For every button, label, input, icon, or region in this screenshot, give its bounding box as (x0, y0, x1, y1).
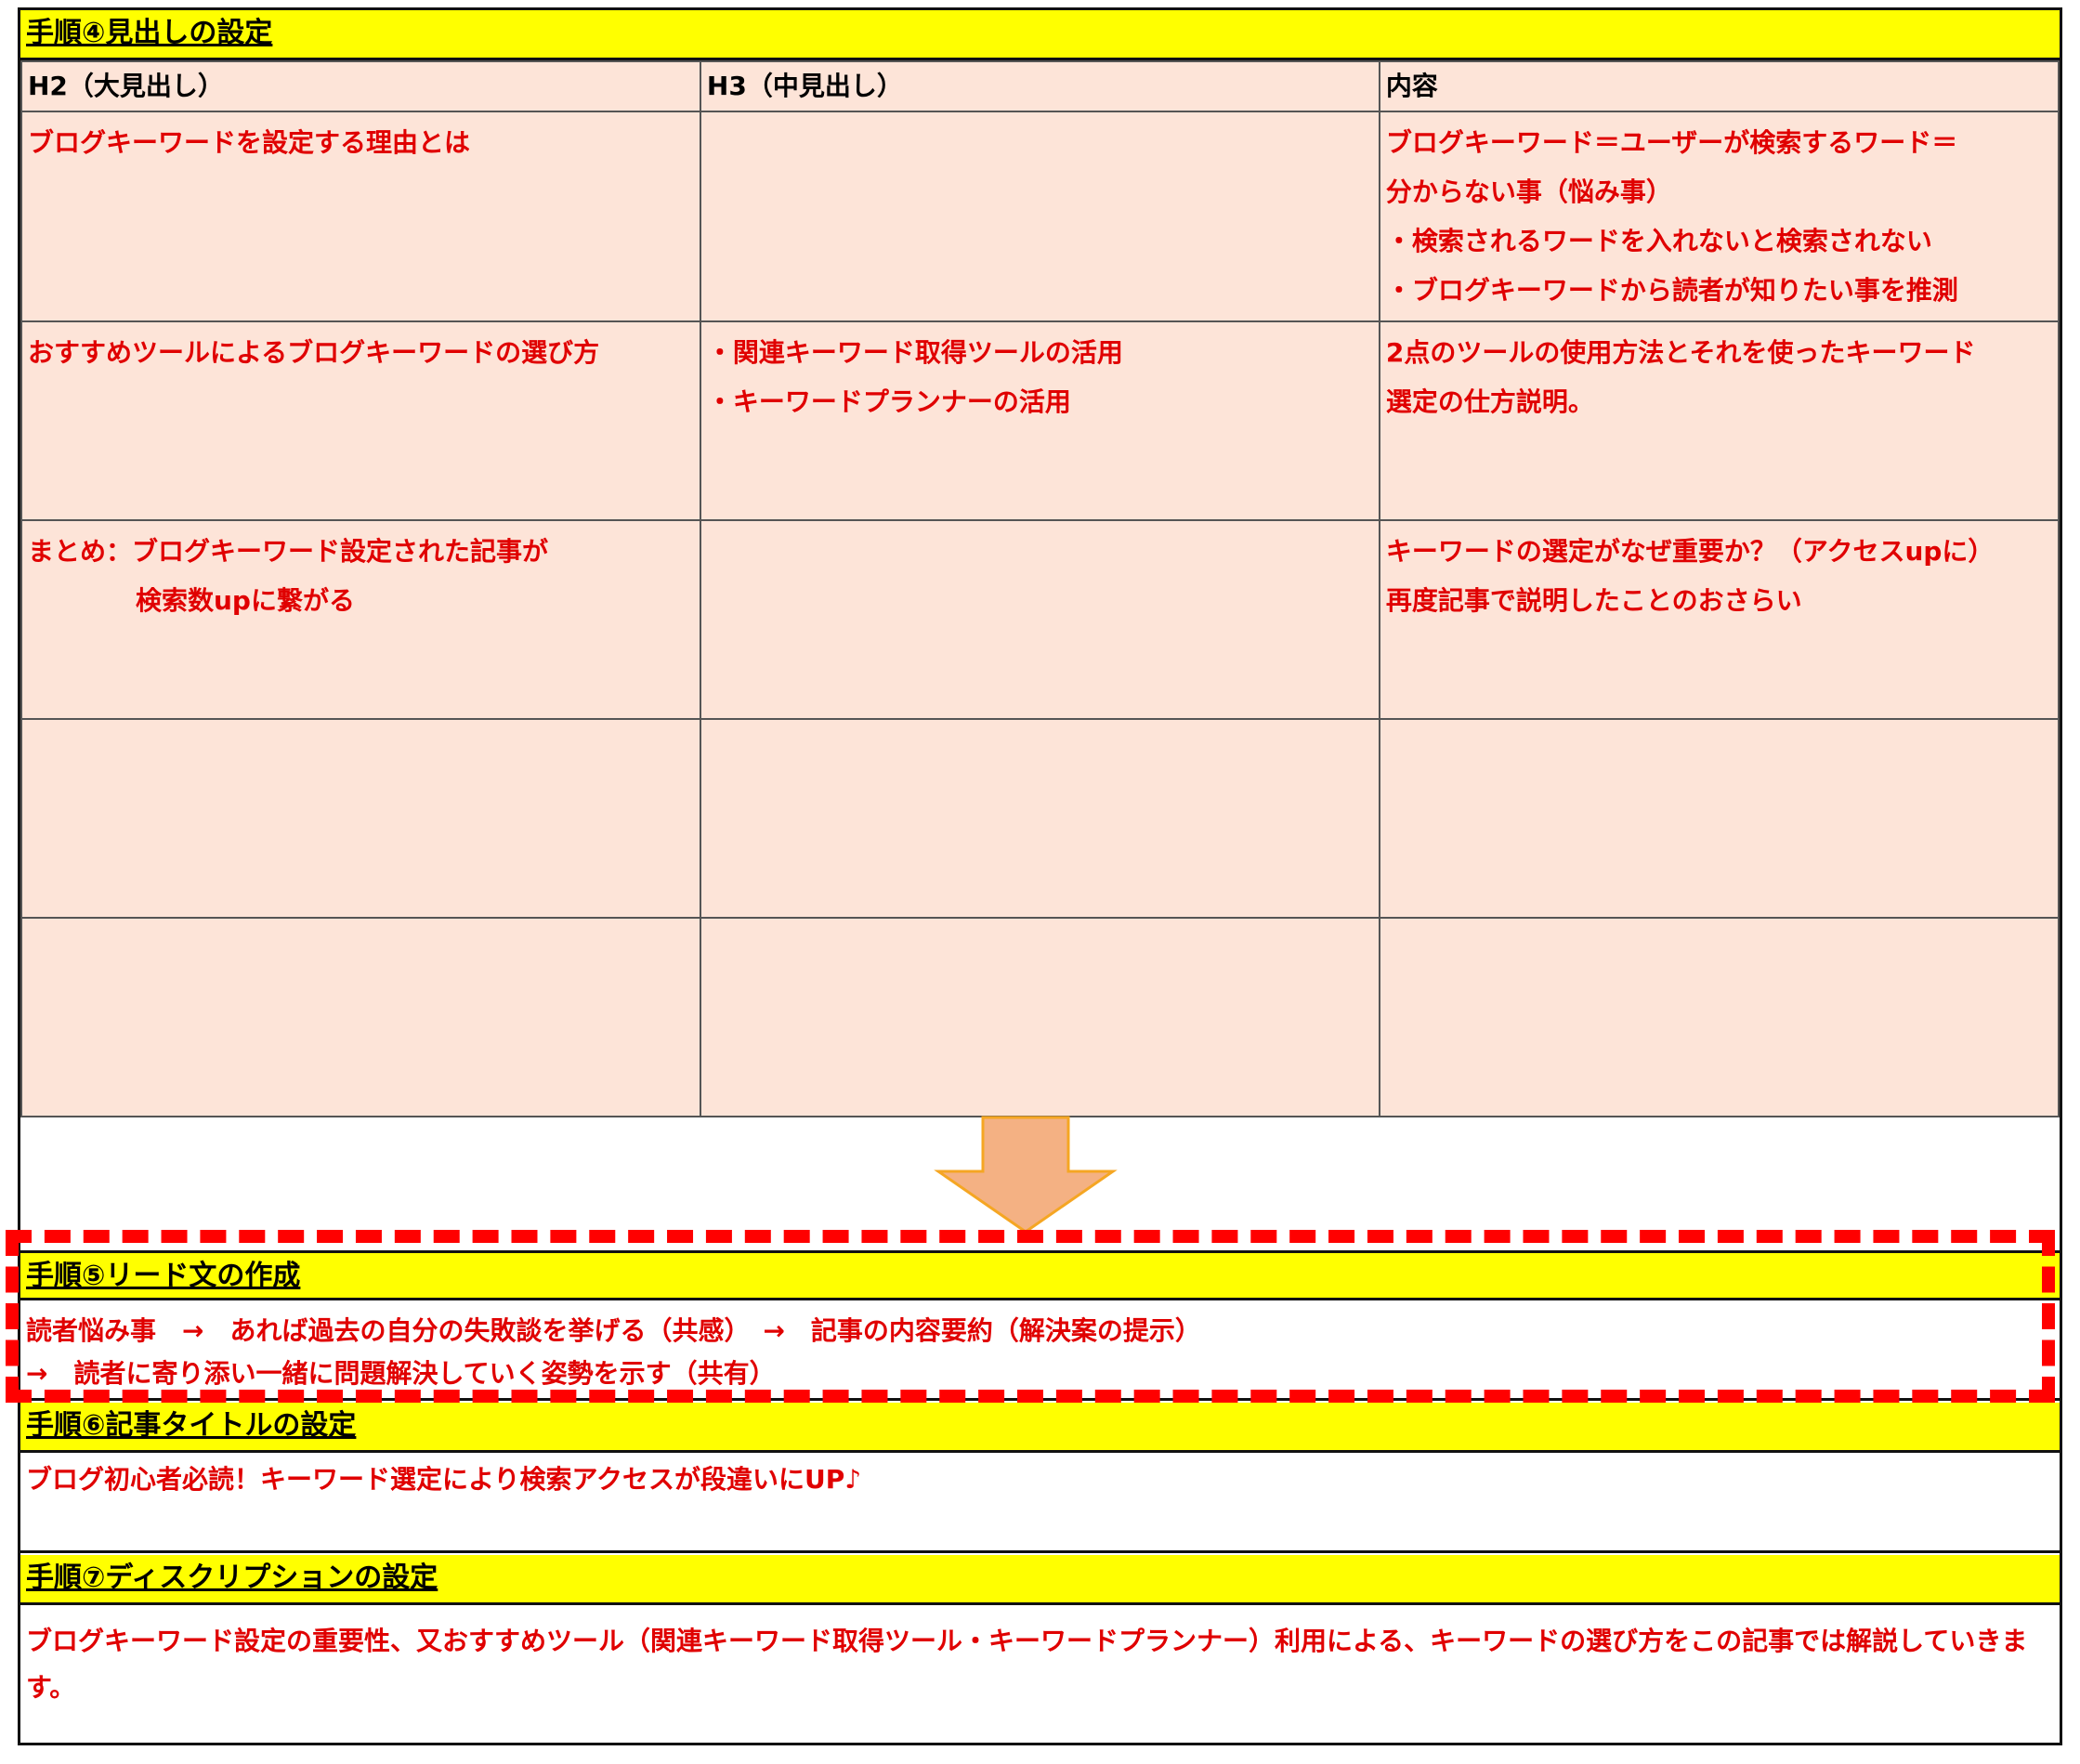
table-row: おすすめツールによるブログキーワードの選び方 ・関連キーワード取得ツールの活用 … (20, 320, 2060, 521)
table-header-row: H2（大見出し） H3（中見出し） 内容 (20, 60, 2060, 112)
content-cell[interactable] (1378, 917, 2060, 1117)
step7-text: ブログキーワード設定の重要性、又おすすめツール（関連キーワード取得ツール・キーワ… (26, 1626, 2028, 1703)
content-line: キーワードの選定がなぜ重要か？（アクセスupに） (1385, 536, 1995, 567)
content-cell[interactable]: キーワードの選定がなぜ重要か？（アクセスupに） 再度記事で説明したことのおさら… (1378, 519, 2060, 720)
content-cell[interactable]: ブログキーワード＝ユーザーが検索するワード＝ 分からない事（悩み事） ・検索され… (1378, 111, 2060, 322)
h3-cell[interactable]: ・関連キーワード取得ツールの活用 ・キーワードプランナーの活用 (699, 320, 1380, 521)
h2-cell[interactable]: おすすめツールによるブログキーワードの選び方 (20, 320, 701, 521)
header-h2: H2（大見出し） (20, 60, 701, 112)
table-row (20, 917, 2060, 1117)
step6-body[interactable]: ブログ初心者必読！キーワード選定により検索アクセスが段違いにUP♪ (20, 1453, 2060, 1553)
step7-title: 手順⑦ディスクリプションの設定 (20, 1555, 2060, 1605)
content-cell[interactable]: 2点のツールの使用方法とそれを使ったキーワード 選定の仕方説明。 (1378, 320, 2060, 521)
h3-cell[interactable] (699, 111, 1380, 322)
h3-cell[interactable] (699, 917, 1380, 1117)
h2-line: ブログキーワードを設定する理由とは (28, 127, 471, 158)
h2-cell[interactable] (20, 718, 701, 919)
h2-line: おすすめツールによるブログキーワードの選び方 (28, 337, 600, 368)
content-line: ブログキーワード＝ユーザーが検索するワード＝ (1385, 127, 1958, 158)
h2-line: 検索数upに繋がる (136, 585, 355, 616)
h2-cell[interactable]: まとめ：ブログキーワード設定された記事が 検索数upに繋がる (20, 519, 701, 720)
content-line: ・ブログキーワードから読者が知りたい事を推測 (1385, 275, 1958, 306)
content-line: 2点のツールの使用方法とそれを使ったキーワード (1385, 337, 1976, 368)
content-line: 分からない事（悩み事） (1385, 176, 1672, 207)
step5-title: 手順⑤リード文の作成 (20, 1250, 2060, 1300)
h3-line: ・関連キーワード取得ツールの活用 (706, 337, 1123, 368)
step6-title: 手順⑥記事タイトルの設定 (20, 1403, 2060, 1453)
step5-line: → 読者に寄り添い一緒に問題解決していく姿勢を示す（共有） (26, 1358, 776, 1389)
h3-line: ・キーワードプランナーの活用 (706, 386, 1071, 417)
step7-body[interactable]: ブログキーワード設定の重要性、又おすすめツール（関連キーワード取得ツール・キーワ… (20, 1605, 2060, 1743)
content-cell[interactable] (1378, 718, 2060, 919)
header-content: 内容 (1378, 60, 2060, 112)
content-line: 選定の仕方説明。 (1385, 386, 1594, 417)
content-line: ・検索されるワードを入れないと検索されない (1385, 226, 1932, 256)
table-row (20, 718, 2060, 919)
h3-cell[interactable] (699, 519, 1380, 720)
h2-line: まとめ：ブログキーワード設定された記事が (28, 536, 549, 567)
arrow-area (20, 1106, 2060, 1246)
down-arrow-icon (934, 1116, 1118, 1234)
step6-text: ブログ初心者必読！キーワード選定により検索アクセスが段違いにUP♪ (26, 1464, 862, 1495)
outline-sheet: 手順④見出しの設定 H2（大見出し） H3（中見出し） 内容 ブログキーワードを… (18, 7, 2062, 1745)
content-line: 再度記事で説明したことのおさらい (1385, 585, 1802, 616)
table-row: まとめ：ブログキーワード設定された記事が 検索数upに繋がる キーワードの選定が… (20, 519, 2060, 720)
table-row: ブログキーワードを設定する理由とは ブログキーワード＝ユーザーが検索するワード＝… (20, 111, 2060, 322)
header-h3: H3（中見出し） (699, 60, 1380, 112)
h2-cell[interactable]: ブログキーワードを設定する理由とは (20, 111, 701, 322)
step5-body[interactable]: 読者悩み事 → あれば過去の自分の失敗談を挙げる（共感） → 記事の内容要約（解… (20, 1300, 2060, 1401)
h2-cell[interactable] (20, 917, 701, 1117)
step4-title: 手順④見出しの設定 (20, 10, 2060, 60)
heading-table: H2（大見出し） H3（中見出し） 内容 ブログキーワードを設定する理由とは ブ… (20, 60, 2060, 1117)
step5-line: 読者悩み事 → あれば過去の自分の失敗談を挙げる（共感） → 記事の内容要約（解… (26, 1315, 1201, 1346)
h3-cell[interactable] (699, 718, 1380, 919)
